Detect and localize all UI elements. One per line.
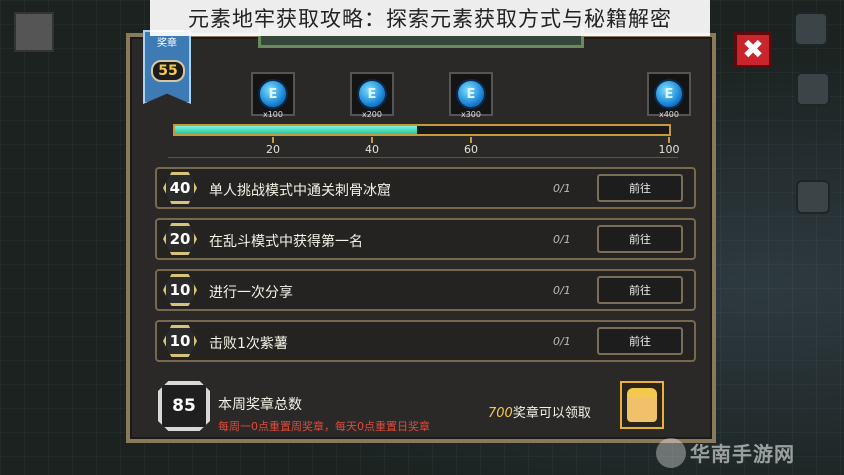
side-chat-icon[interactable] — [796, 180, 830, 214]
task-progress: 0/1 — [553, 233, 571, 246]
hud-top-left — [14, 12, 54, 52]
weekly-claim-text: 700奖章可以领取 — [488, 402, 591, 421]
reward-qty-1: x100 — [262, 110, 283, 119]
reward-qty-2: x200 — [361, 110, 382, 119]
reward-qty-3: x300 — [460, 110, 481, 119]
energy-orb-icon: E — [258, 79, 288, 109]
task-progress: 0/1 — [553, 284, 571, 297]
task-row: 20 在乱斗模式中获得第一名 0/1 前往 — [155, 218, 696, 260]
player-avatar[interactable] — [14, 12, 54, 52]
badge-label: 奖章 — [157, 38, 177, 49]
badge-progress-fill — [175, 126, 418, 134]
badge-level: 55 — [151, 60, 185, 82]
task-progress: 0/1 — [553, 335, 571, 348]
watermark: 华南手游网 — [690, 442, 795, 466]
task-row: 10 击败1次紫薯 0/1 前往 — [155, 320, 696, 362]
weekly-reset-note: 每周一0点重置周奖章，每天0点重置日奖章 — [218, 420, 430, 433]
task-points-badge: 40 — [163, 172, 197, 204]
energy-orb-icon: E — [357, 79, 387, 109]
weekly-title: 本周奖章总数 — [218, 397, 302, 413]
task-label: 单人挑战模式中通关刺骨冰窟 — [209, 183, 391, 199]
progress-tick-label: 100 — [658, 143, 680, 156]
progress-tick-label: 20 — [266, 143, 280, 156]
energy-orb-icon: E — [456, 79, 486, 109]
task-go-button[interactable]: 前往 — [597, 327, 683, 355]
divider — [168, 157, 678, 158]
progress-tick-label: 60 — [464, 143, 478, 156]
energy-orb-icon: E — [654, 79, 684, 109]
task-go-button[interactable]: 前往 — [597, 174, 683, 202]
progress-tick-label: 40 — [365, 143, 379, 156]
weekly-claim-label: 奖章可以领取 — [512, 406, 591, 421]
badge-progress-bar — [173, 124, 671, 136]
close-button[interactable]: ✖ — [734, 32, 772, 68]
task-points-badge: 10 — [163, 274, 197, 306]
task-row: 40 单人挑战模式中通关刺骨冰窟 0/1 前往 — [155, 167, 696, 209]
side-shop-icon[interactable] — [796, 72, 830, 106]
task-go-button[interactable]: 前往 — [597, 276, 683, 304]
task-go-button[interactable]: 前往 — [597, 225, 683, 253]
task-progress: 0/1 — [553, 182, 571, 195]
task-label: 在乱斗模式中获得第一名 — [209, 234, 363, 250]
task-points-badge: 10 — [163, 325, 197, 357]
task-points-badge: 20 — [163, 223, 197, 255]
task-label: 进行一次分享 — [209, 285, 293, 301]
character-portrait-icon — [627, 388, 657, 422]
side-menu-icon[interactable] — [794, 12, 828, 46]
watermark-logo-icon — [656, 438, 686, 468]
claim-reward-button[interactable] — [620, 381, 664, 429]
task-label: 击败1次紫薯 — [209, 336, 288, 352]
weekly-claim-number: 700 — [488, 406, 513, 421]
weekly-badge-total: 85 — [158, 381, 210, 431]
task-row: 10 进行一次分享 0/1 前往 — [155, 269, 696, 311]
reward-qty-4: x400 — [658, 110, 679, 119]
overlay-title: 元素地牢获取攻略：探索元素获取方式与秘籍解密 — [150, 0, 710, 36]
